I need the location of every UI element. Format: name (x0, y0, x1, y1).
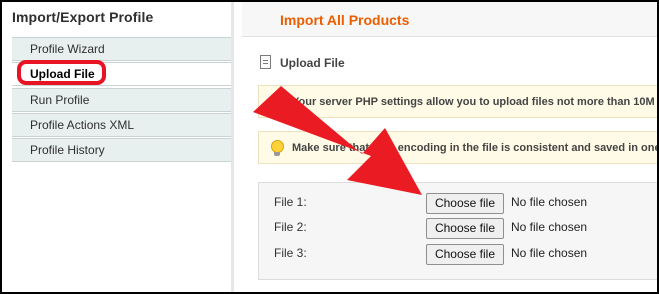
sidebar-item-profile-history[interactable]: Profile History (12, 138, 233, 162)
file-1-status: No file chosen (511, 195, 588, 209)
content-header: Import All Products (242, 2, 657, 37)
sidebar-item-label: Profile Actions XML (30, 118, 135, 132)
main-content: Import All Products Upload File Your ser… (234, 2, 657, 292)
file-1-label: File 1: (274, 195, 307, 209)
lightbulb-icon (271, 140, 284, 156)
lightbulb-icon (271, 94, 284, 110)
sidebar-title: Import/Export Profile (12, 9, 154, 25)
file-3-choose-button[interactable]: Choose file (426, 244, 504, 265)
notice-php-upload-limit: Your server PHP settings allow you to up… (258, 85, 659, 118)
file-2-label: File 2: (274, 220, 307, 234)
sidebar-item-label: Run Profile (30, 93, 90, 107)
sidebar-item-profile-actions-xml[interactable]: Profile Actions XML (12, 113, 233, 137)
sidebar-item-profile-wizard[interactable]: Profile Wizard (12, 37, 233, 61)
file-3-label: File 3: (274, 246, 307, 260)
notice-text: Make sure that data encoding in the file… (292, 142, 659, 154)
section-title: Upload File (280, 56, 345, 70)
notice-data-encoding: Make sure that data encoding in the file… (258, 131, 659, 164)
screenshot-frame: Import/Export Profile Profile Wizard Upl… (0, 0, 659, 294)
notice-text: Your server PHP settings allow you to up… (292, 96, 659, 108)
sidebar-item-label: Profile Wizard (30, 42, 105, 56)
sidebar-item-run-profile[interactable]: Run Profile (12, 88, 233, 112)
file-1-choose-button[interactable]: Choose file (426, 193, 504, 214)
active-item-highlight-ring (17, 60, 106, 85)
sidebar: Import/Export Profile Profile Wizard Upl… (2, 2, 233, 292)
document-icon (260, 55, 271, 69)
sidebar-item-label: Profile History (30, 143, 105, 157)
file-upload-panel: File 1: Choose file No file chosen File … (258, 182, 657, 280)
file-2-choose-button[interactable]: Choose file (426, 218, 504, 239)
file-2-status: No file chosen (511, 220, 588, 234)
file-3-status: No file chosen (511, 246, 588, 260)
page-title: Import All Products (280, 12, 410, 28)
